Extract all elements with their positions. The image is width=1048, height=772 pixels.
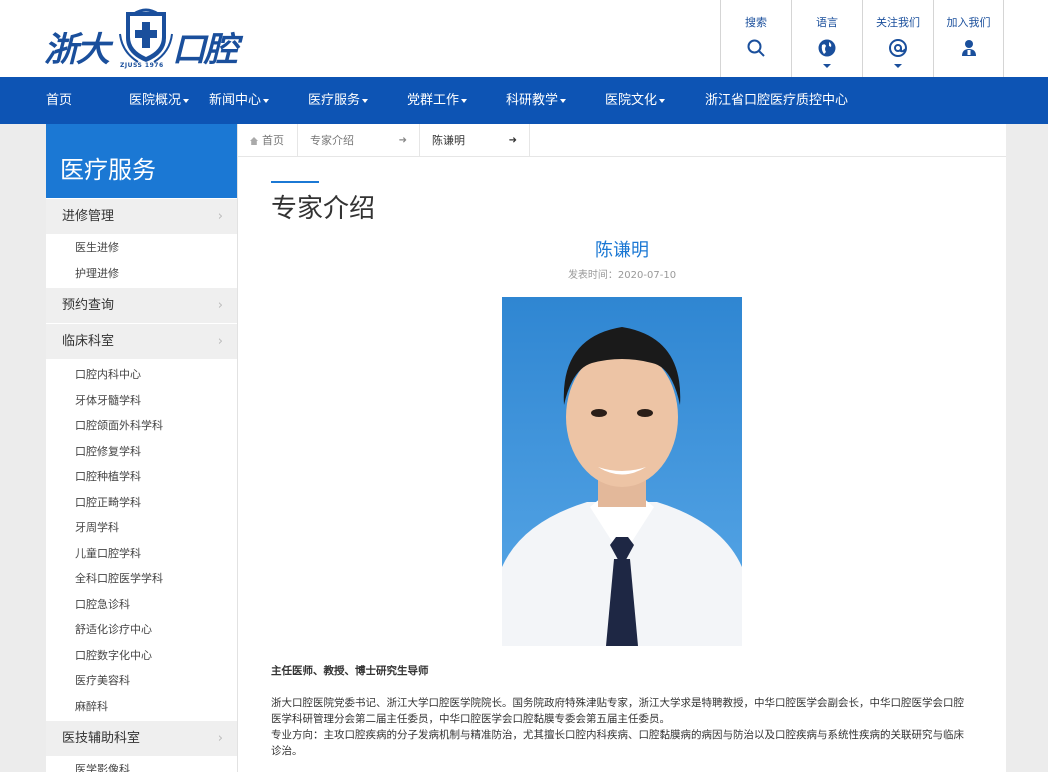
main-panel: 首页 专家介绍 ➜ 陈谦明 ➜ 专家介绍 陈谦明 发表时间：2020-07-10 [238,124,1006,772]
nav-party-label: 党群工作 [407,93,460,108]
sidebar-item[interactable]: 口腔内科中心 [46,362,237,388]
nav-about[interactable]: 医院概况 [110,77,209,124]
sidebar: 医疗服务 进修管理 › 医生进修 护理进修 预约查询 › 临床科室 › 口腔内科中心 … [46,124,238,772]
chevron-down-icon [183,98,190,103]
sidebar-group-training[interactable]: 进修管理 › [46,198,237,234]
section-title: 专家介绍 [271,194,376,224]
hospital-emblem-icon [119,8,173,63]
chevron-down-icon [560,98,567,103]
utility-language[interactable]: 语言 [791,0,862,77]
arrow-right-icon: ➜ [398,135,407,146]
sidebar-group-label: 医技辅助科室 [62,731,141,746]
nav-about-label: 医院概况 [129,93,182,108]
main-nav: 首页 医院概况 新闻中心 医疗服务 党群工作 科研教学 医院文化 浙江省口腔医疗… [0,77,1048,124]
sidebar-item[interactable]: 口腔数字化中心 [46,643,237,669]
nav-research-label: 科研教学 [506,93,559,108]
breadcrumb: 首页 专家介绍 ➜ 陈谦明 ➜ [238,124,1006,157]
breadcrumb-home[interactable]: 首页 [238,124,298,157]
sidebar-item[interactable]: 口腔修复学科 [46,439,237,465]
sidebar-group-clinical[interactable]: 临床科室 › [46,323,237,359]
utility-follow-label: 关注我们 [876,16,920,29]
sidebar-item[interactable]: 牙体牙髓学科 [46,388,237,414]
search-icon [747,39,765,57]
globe-icon [818,39,836,57]
sidebar-item[interactable]: 口腔颌面外科学科 [46,413,237,439]
chevron-down-icon [659,98,666,103]
article-title: 陈谦明 [595,240,649,261]
chevron-down-icon [823,64,831,68]
utility-search-label: 搜索 [745,16,767,29]
nav-culture-label: 医院文化 [605,93,658,108]
breadcrumb-section-label: 专家介绍 [310,134,354,147]
arrow-right-icon: ➜ [508,135,517,146]
sidebar-group-auxiliary[interactable]: 医技辅助科室 › [46,720,237,756]
chevron-down-icon [894,64,902,68]
sidebar-group-label: 进修管理 [62,209,115,224]
sidebar-item[interactable]: 口腔种植学科 [46,464,237,490]
nav-home-label: 首页 [46,93,73,108]
nav-party[interactable]: 党群工作 [407,77,506,124]
utility-nav: 搜索 语言 关注我们 加入我们 [720,0,1004,77]
nav-medical-label: 医疗服务 [308,93,361,108]
chevron-down-icon [362,98,369,103]
utility-join[interactable]: 加入我们 [933,0,1004,77]
sidebar-group-label: 预约查询 [62,298,115,313]
article-date: 发表时间：2020-07-10 [567,270,677,281]
sidebar-item[interactable]: 护理进修 [46,261,237,287]
doctor-bio-paragraph: 浙大口腔医院党委书记、浙江大学口腔医学院院长。国务院政府特殊津贴专家，浙江大学求… [271,697,964,725]
nav-home[interactable]: 首页 [46,77,110,124]
utility-search[interactable]: 搜索 [720,0,791,77]
chevron-down-icon [461,98,468,103]
site-header: 浙大 ZJUSS 1976 口腔 搜索 语言 关注我们 加入我们 [0,0,1048,77]
sidebar-item[interactable]: 儿童口腔学科 [46,541,237,567]
logo-subtitle: ZJUSS 1976 [120,62,164,69]
user-icon [961,40,976,56]
nav-medical[interactable]: 医疗服务 [308,77,407,124]
sidebar-item[interactable]: 医学影像科 [46,757,237,772]
sidebar-item[interactable]: 全科口腔医学学科 [46,566,237,592]
sidebar-item[interactable]: 牙周学科 [46,515,237,541]
logo-text-left: 浙大 [44,30,110,70]
chevron-right-icon: › [217,298,223,313]
sidebar-group-appointment[interactable]: 预约查询 › [46,287,237,323]
sidebar-group-label: 临床科室 [62,334,115,349]
chevron-right-icon: › [217,209,223,224]
doctor-portrait-image [502,297,742,646]
sidebar-item[interactable]: 医疗美容科 [46,668,237,694]
nav-culture[interactable]: 医院文化 [605,77,705,124]
chevron-right-icon: › [217,334,223,349]
breadcrumb-current: 陈谦明 ➜ [420,124,530,157]
utility-follow[interactable]: 关注我们 [862,0,933,77]
utility-language-label: 语言 [816,16,838,29]
sidebar-item[interactable]: 舒适化诊疗中心 [46,617,237,643]
logo-text-right: 口腔 [172,30,238,70]
breadcrumb-current-label: 陈谦明 [432,134,465,147]
doctor-specialty-paragraph: 专业方向：主攻口腔疾病的分子发病机制与精准防治，尤其擅长口腔内科疾病、口腔黏膜病… [271,729,964,757]
sidebar-title-text: 医疗服务 [60,156,156,184]
breadcrumb-section[interactable]: 专家介绍 ➜ [298,124,420,157]
doctor-role: 主任医师、教授、博士研究生导师 [271,665,429,677]
home-icon [250,137,258,145]
at-icon [889,39,907,57]
nav-quality-center[interactable]: 浙江省口腔医疗质控中心 [705,77,885,124]
sidebar-item[interactable]: 医生进修 [46,235,237,261]
section-divider [271,181,319,183]
site-logo[interactable]: 浙大 ZJUSS 1976 口腔 [44,4,244,72]
nav-research[interactable]: 科研教学 [506,77,605,124]
sidebar-item[interactable]: 麻醉科 [46,694,237,720]
content-area: 医疗服务 进修管理 › 医生进修 护理进修 预约查询 › 临床科室 › 口腔内科中心 … [46,124,1006,772]
chevron-down-icon [263,98,270,103]
chevron-right-icon: › [217,731,223,746]
sidebar-item[interactable]: 口腔急诊科 [46,592,237,618]
nav-quality-center-label: 浙江省口腔医疗质控中心 [705,93,849,108]
utility-join-label: 加入我们 [946,16,991,29]
breadcrumb-home-label: 首页 [262,134,284,147]
sidebar-item[interactable]: 口腔正畸学科 [46,490,237,516]
nav-news-label: 新闻中心 [209,93,262,108]
doctor-bio: 浙大口腔医院党委书记、浙江大学口腔医学院院长。国务院政府特殊津贴专家，浙江大学求… [271,695,971,759]
sidebar-title: 医疗服务 [46,124,237,198]
nav-news[interactable]: 新闻中心 [209,77,308,124]
